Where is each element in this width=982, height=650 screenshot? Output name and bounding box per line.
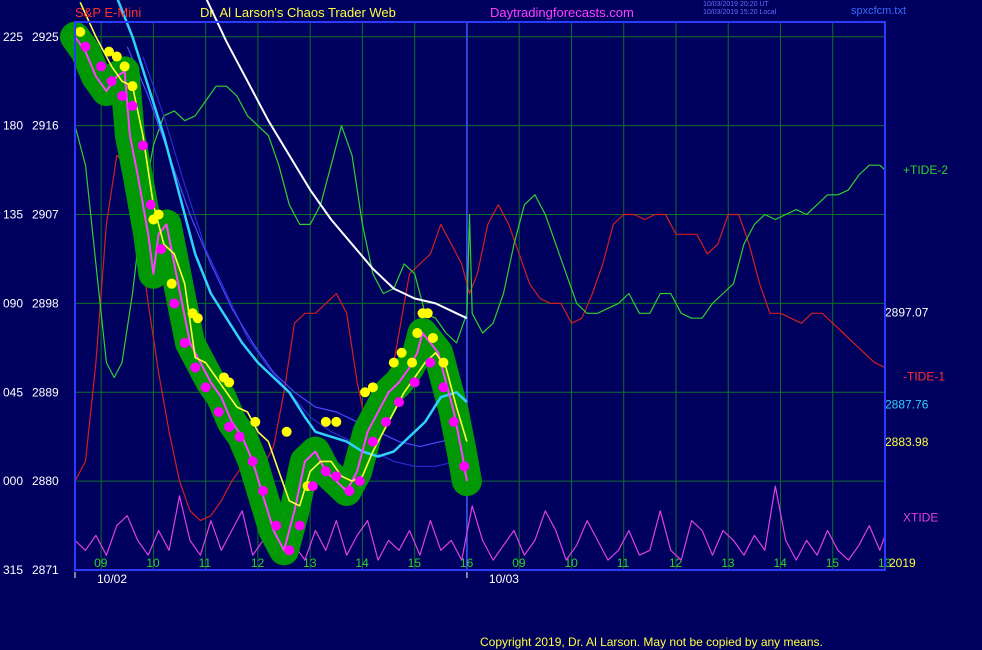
low-marker bbox=[156, 244, 167, 255]
price-value-label: 2897.07 bbox=[885, 306, 929, 320]
low-marker bbox=[284, 545, 295, 556]
y-price-tick-label: 2916 bbox=[32, 119, 59, 133]
low-marker bbox=[169, 298, 180, 309]
low-marker bbox=[106, 76, 117, 87]
x-tick-label: 09 bbox=[512, 556, 526, 570]
y-price-tick-label: 2907 bbox=[32, 208, 59, 222]
x-tick-label: 10 bbox=[564, 556, 578, 570]
x-tick-label: 15 bbox=[408, 556, 422, 570]
high-marker bbox=[75, 26, 86, 37]
timestamp: 10/03/2019 20:20 UT 10/03/2019 15:20 Loc… bbox=[703, 1, 776, 17]
low-marker bbox=[409, 377, 420, 388]
x-tick-label: 11 bbox=[617, 556, 630, 570]
y-scale-tick-label: 180 bbox=[3, 119, 23, 133]
x-tick-label: 12 bbox=[669, 556, 683, 570]
x-tick-label: 10 bbox=[146, 556, 160, 570]
low-marker bbox=[224, 421, 235, 432]
low-marker bbox=[200, 382, 211, 393]
low-marker bbox=[367, 436, 378, 447]
x-tick-label: 12 bbox=[251, 556, 265, 570]
site-title: Dr. Al Larson's Chaos Trader Web bbox=[200, 5, 396, 20]
y-price-tick-label: 2898 bbox=[32, 296, 59, 310]
high-marker bbox=[281, 426, 292, 437]
high-marker bbox=[127, 81, 138, 92]
high-marker bbox=[166, 278, 177, 289]
high-marker bbox=[388, 357, 399, 368]
low-marker bbox=[127, 100, 138, 111]
y-price-tick-label: 2889 bbox=[32, 385, 59, 399]
low-marker bbox=[117, 91, 128, 102]
high-marker bbox=[407, 357, 418, 368]
low-marker bbox=[145, 199, 156, 210]
high-marker bbox=[250, 416, 261, 427]
y-price-tick-label: 2880 bbox=[32, 474, 59, 488]
high-marker bbox=[320, 416, 331, 427]
low-marker bbox=[425, 357, 436, 368]
high-marker bbox=[224, 377, 235, 388]
low-marker bbox=[394, 397, 404, 408]
x-date-label: 10/03 bbox=[489, 572, 519, 586]
low-marker bbox=[247, 456, 258, 467]
x-tick-label: 14 bbox=[773, 556, 787, 570]
x-date-label: 10/02 bbox=[97, 572, 127, 586]
timestamp-utc: 10/03/2019 20:20 UT bbox=[703, 1, 769, 8]
price-value-label: 2887.76 bbox=[885, 398, 929, 412]
low-marker bbox=[344, 486, 355, 497]
price-value-label: 2883.98 bbox=[885, 435, 929, 449]
low-marker bbox=[96, 61, 107, 72]
high-marker bbox=[438, 357, 449, 368]
low-marker bbox=[234, 431, 245, 442]
x-tick-label: 13 bbox=[721, 556, 735, 570]
low-marker bbox=[258, 486, 269, 497]
high-marker bbox=[331, 416, 342, 427]
high-marker bbox=[367, 382, 378, 393]
high-marker bbox=[427, 332, 438, 343]
series-name-label: XTIDE bbox=[903, 511, 938, 525]
y-price-tick-label: 2925 bbox=[32, 30, 59, 44]
low-marker bbox=[438, 382, 449, 393]
tide-chart: 225 2925 180 2916 135 2907 090 2898 045 2889 000 28… bbox=[0, 0, 982, 650]
x-tick-label: 14 bbox=[355, 556, 369, 570]
chart-symbol-title: S&P E-Mini bbox=[75, 5, 142, 20]
high-marker bbox=[192, 313, 203, 324]
low-marker bbox=[137, 140, 148, 151]
x-tick-label: 09 bbox=[94, 556, 108, 570]
series-name-label: +TIDE-2 bbox=[903, 163, 948, 177]
site-url: Daytradingforecasts.com bbox=[490, 5, 634, 20]
timestamp-local: 10/03/2019 15:20 Local bbox=[703, 9, 777, 16]
y-price-tick-label: 2871 bbox=[32, 563, 59, 577]
low-marker bbox=[459, 461, 470, 472]
high-marker bbox=[396, 347, 407, 358]
year-label: 2019 bbox=[889, 556, 916, 570]
series-name-label: -TIDE-1 bbox=[903, 369, 945, 383]
low-marker bbox=[380, 416, 391, 427]
high-marker bbox=[111, 51, 122, 62]
x-tick-label: 15 bbox=[826, 556, 840, 570]
y-scale-tick-label: 315 bbox=[3, 563, 23, 577]
low-marker bbox=[294, 520, 305, 531]
low-marker bbox=[307, 481, 318, 492]
low-marker bbox=[190, 362, 201, 373]
low-marker bbox=[213, 407, 224, 418]
y-scale-tick-label: 135 bbox=[3, 208, 23, 222]
y-scale-tick-label: 090 bbox=[3, 296, 23, 310]
high-marker bbox=[422, 308, 433, 319]
high-marker bbox=[119, 61, 130, 72]
low-marker bbox=[320, 466, 331, 477]
low-marker bbox=[448, 416, 459, 427]
y-scale-tick-label: 000 bbox=[3, 474, 23, 488]
y-scale-tick-label: 225 bbox=[3, 30, 23, 44]
copyright-notice: Copyright 2019, Dr. Al Larson. May not b… bbox=[480, 635, 823, 649]
low-marker bbox=[80, 41, 91, 52]
y-scale-tick-label: 045 bbox=[3, 385, 23, 399]
x-tick-label: 11 bbox=[199, 556, 212, 570]
low-marker bbox=[179, 337, 190, 348]
data-filename: spxcfcm.txt bbox=[851, 5, 907, 17]
high-marker bbox=[412, 328, 423, 339]
high-marker bbox=[153, 209, 164, 220]
low-marker bbox=[271, 520, 282, 531]
low-marker bbox=[354, 476, 365, 487]
low-marker bbox=[331, 471, 342, 482]
